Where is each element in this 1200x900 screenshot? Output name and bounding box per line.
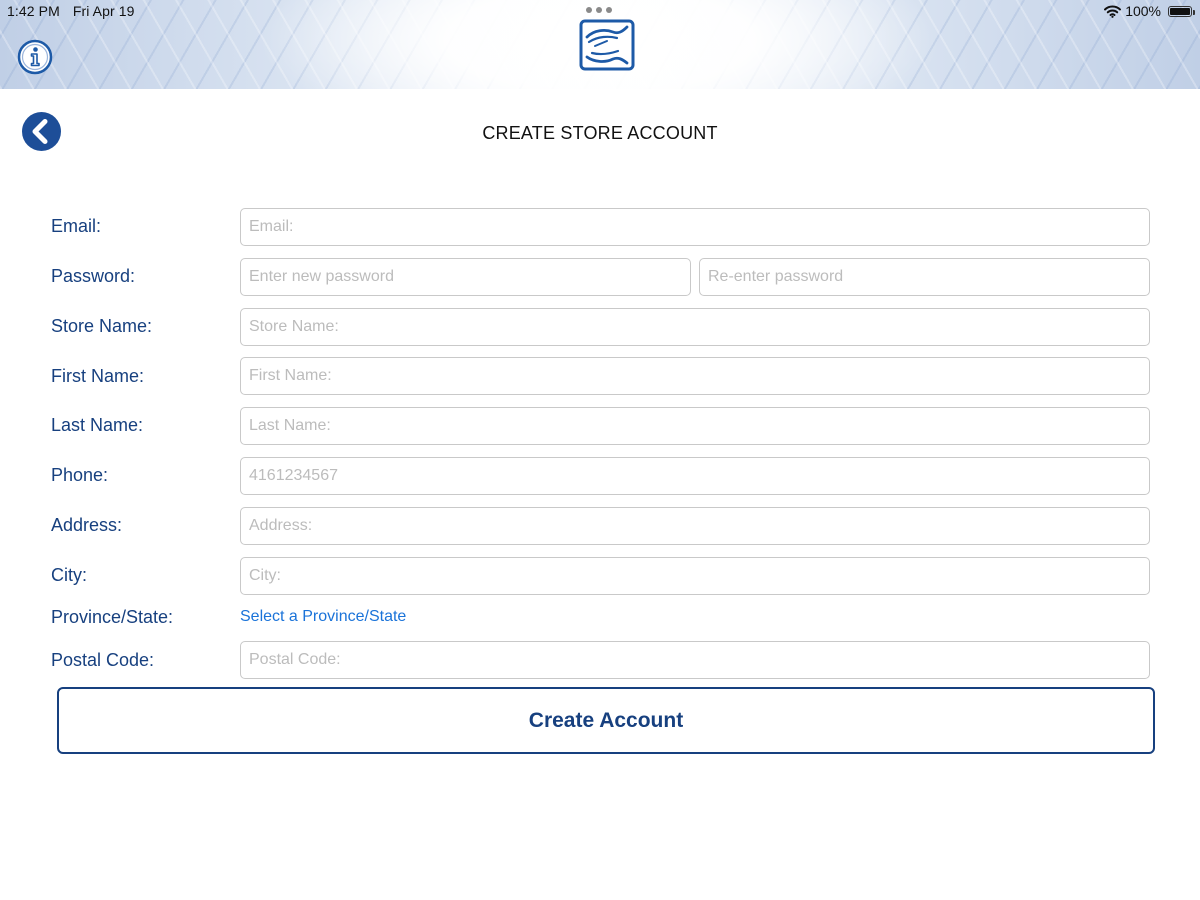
status-bar-left: 1:42 PM Fri Apr 19 [7, 3, 148, 19]
app-header: 1:42 PM Fri Apr 19 100% [0, 0, 1200, 89]
battery-level [1170, 7, 1190, 15]
postal-code-label: Postal Code: [51, 650, 155, 670]
battery-percent: 100% [1125, 3, 1161, 19]
phone-label: Phone: [51, 465, 109, 485]
password-label: Password: [51, 266, 136, 286]
last-name-input[interactable] [240, 407, 1150, 445]
battery-icon [1168, 5, 1195, 17]
province-select-link[interactable]: Select a Province/State [240, 608, 406, 626]
status-bar-right: 100% [1104, 3, 1195, 19]
city-label: City: [51, 565, 87, 585]
create-account-button[interactable]: Create Account [57, 687, 1155, 754]
email-label: Email: [51, 216, 102, 236]
status-date: Fri Apr 19 [72, 3, 135, 19]
email-input[interactable] [240, 208, 1150, 246]
province-label: Province/State: [51, 607, 174, 627]
phone-input[interactable] [240, 457, 1150, 495]
address-label: Address: [51, 515, 123, 535]
postal-code-input[interactable] [240, 641, 1150, 679]
password-input[interactable] [240, 258, 691, 296]
confirm-password-input[interactable] [699, 258, 1150, 296]
info-button[interactable] [17, 39, 53, 80]
last-name-label: Last Name: [51, 415, 144, 435]
address-input[interactable] [240, 507, 1150, 545]
store-name-input[interactable] [240, 308, 1150, 346]
info-icon [17, 39, 53, 75]
multitasking-dots[interactable] [586, 7, 612, 13]
status-time: 1:42 PM [7, 3, 60, 19]
first-name-label: First Name: [51, 366, 145, 386]
page-title: CREATE STORE ACCOUNT [482, 123, 718, 143]
wifi-icon [1104, 5, 1122, 18]
first-name-input[interactable] [240, 357, 1150, 395]
hands-logo-icon [578, 17, 636, 78]
store-name-label: Store Name: [51, 316, 153, 336]
city-input[interactable] [240, 557, 1150, 595]
